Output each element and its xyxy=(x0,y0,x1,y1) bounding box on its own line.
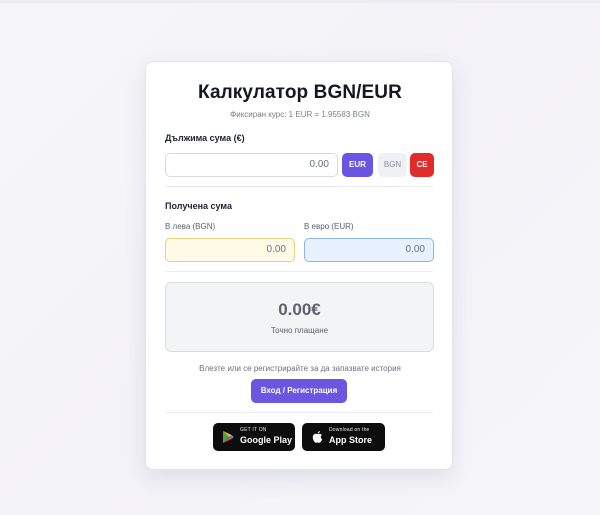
eur-received-input[interactable]: 0.00 xyxy=(304,238,434,262)
bgn-field-label: В лева (BGN) xyxy=(165,222,216,231)
login-register-button[interactable]: Вход / Регистрация xyxy=(251,379,347,403)
app-store-small-text: Download on the xyxy=(329,427,370,433)
bgn-button[interactable]: BGN xyxy=(378,153,407,177)
top-border xyxy=(0,0,600,3)
google-play-badge[interactable]: GET IT ON Google Play xyxy=(213,423,295,451)
google-play-icon xyxy=(223,431,234,443)
due-amount-input[interactable]: 0.00 xyxy=(165,153,338,177)
login-hint: Влезте или се регистрирайте за да запазв… xyxy=(199,364,401,373)
apple-icon xyxy=(312,431,323,443)
eur-button[interactable]: EUR xyxy=(342,153,373,177)
divider xyxy=(165,412,433,413)
page-title: Калкулатор BGN/EUR xyxy=(198,82,402,103)
app-store-badge[interactable]: Download on the App Store xyxy=(302,423,385,451)
google-play-big-text: Google Play xyxy=(240,435,293,445)
change-amount: 0.00€ xyxy=(278,300,321,319)
exchange-rate-text: Фиксиран курс: 1 EUR = 1.95583 BGN xyxy=(230,110,370,119)
eur-field-label: В евро (EUR) xyxy=(304,222,354,231)
received-amount-label: Получена сума xyxy=(165,201,232,211)
clear-entry-button[interactable]: CE xyxy=(410,153,434,177)
google-play-small-text: GET IT ON xyxy=(240,427,267,433)
due-amount-label: Дължима сума (€) xyxy=(165,133,245,143)
divider xyxy=(165,186,433,187)
divider xyxy=(165,271,433,272)
app-store-big-text: App Store xyxy=(329,435,373,445)
bgn-received-input[interactable]: 0.00 xyxy=(165,238,295,262)
calculator-card: Калкулатор BGN/EUR Фиксиран курс: 1 EUR … xyxy=(145,61,453,470)
result-caption: Точно плащане xyxy=(270,326,329,335)
result-panel: 0.00€ Точно плащане xyxy=(165,282,434,352)
